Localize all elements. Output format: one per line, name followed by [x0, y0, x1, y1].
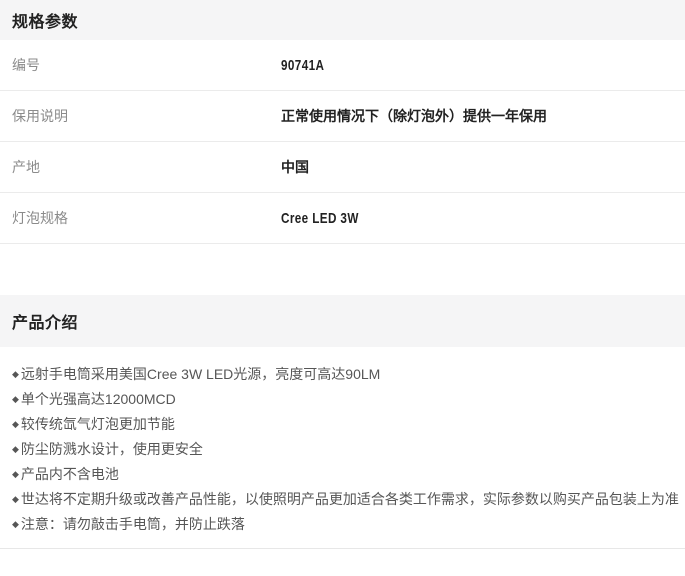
intro-bullet-item: ◆防尘防溅水设计，使用更安全	[12, 440, 673, 458]
spec-table: 编号 90741A 保用说明 正常使用情况下（除灯泡外）提供一年保用 产地 中国…	[0, 40, 685, 244]
intro-section-title: 产品介绍	[12, 309, 78, 333]
diamond-bullet-icon: ◆	[12, 394, 19, 404]
intro-bullet-item: ◆产品内不含电池	[12, 465, 673, 483]
diamond-bullet-icon: ◆	[12, 494, 19, 504]
spec-section-header: 规格参数	[0, 0, 685, 40]
intro-item-text: 注意：请勿敲击手电筒，并防止跌落	[21, 516, 245, 532]
spec-row-label: 保用说明	[0, 106, 281, 126]
intro-bullet-item: ◆世达将不定期升级或改善产品性能，以使照明产品更加适合各类工作需求，实际参数以购…	[12, 490, 673, 508]
intro-item-text: 单个光强高达12000MCD	[21, 391, 176, 407]
spec-table-row: 保用说明 正常使用情况下（除灯泡外）提供一年保用	[0, 91, 685, 142]
diamond-bullet-icon: ◆	[12, 369, 19, 379]
intro-item-text: 远射手电筒采用美国Cree 3W LED光源，亮度可高达90LM	[21, 366, 380, 382]
spec-row-value: 正常使用情况下（除灯泡外）提供一年保用	[281, 106, 547, 126]
intro-bullet-item: ◆较传统氙气灯泡更加节能	[12, 415, 673, 433]
intro-item-text: 世达将不定期升级或改善产品性能，以使照明产品更加适合各类工作需求，实际参数以购买…	[21, 491, 679, 507]
spec-row-label: 产地	[0, 157, 281, 177]
diamond-bullet-icon: ◆	[12, 444, 19, 454]
spec-row-value: 中国	[281, 157, 309, 177]
diamond-bullet-icon: ◆	[12, 519, 19, 529]
spec-row-label: 编号	[0, 55, 281, 75]
intro-bullet-item: ◆远射手电筒采用美国Cree 3W LED光源，亮度可高达90LM	[12, 365, 673, 383]
intro-bullet-item: ◆单个光强高达12000MCD	[12, 390, 673, 408]
intro-item-text: 较传统氙气灯泡更加节能	[21, 416, 175, 432]
spec-section-title: 规格参数	[12, 8, 78, 32]
spec-row-value: Cree LED 3W	[281, 210, 359, 227]
spec-table-row: 编号 90741A	[0, 40, 685, 91]
intro-section-header: 产品介绍	[0, 295, 685, 347]
diamond-bullet-icon: ◆	[12, 469, 19, 479]
spec-row-value: 90741A	[281, 57, 324, 74]
intro-item-text: 防尘防溅水设计，使用更安全	[21, 441, 203, 457]
spec-table-row: 产地 中国	[0, 142, 685, 193]
intro-item-text: 产品内不含电池	[21, 466, 119, 482]
intro-bullet-item: ◆注意：请勿敲击手电筒，并防止跌落	[12, 515, 673, 533]
section-spacer	[0, 244, 685, 295]
diamond-bullet-icon: ◆	[12, 419, 19, 429]
intro-bullet-list: ◆远射手电筒采用美国Cree 3W LED光源，亮度可高达90LM ◆单个光强高…	[0, 347, 685, 533]
spec-row-label: 灯泡规格	[0, 208, 281, 228]
bottom-section-divider	[0, 548, 685, 549]
spec-table-row: 灯泡规格 Cree LED 3W	[0, 193, 685, 244]
